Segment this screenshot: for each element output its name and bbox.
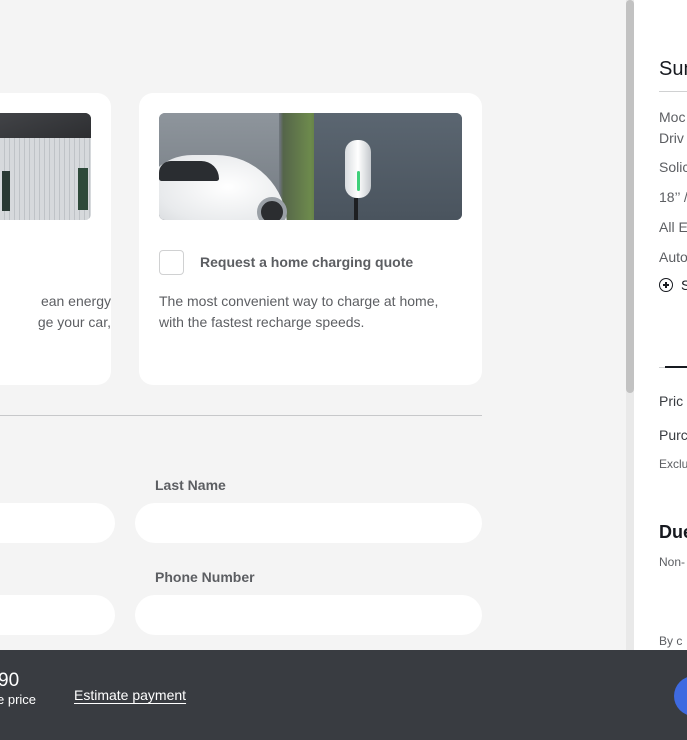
summary-nonrefundable-row: Non- xyxy=(659,555,686,569)
summary-title: Sum xyxy=(659,58,687,80)
estimate-payment-link[interactable]: Estimate payment xyxy=(74,687,186,703)
total-price: 90 xyxy=(0,670,20,691)
summary-tab-indicator[interactable] xyxy=(665,366,687,368)
home-charging-quote-label[interactable]: Request a home charging quote xyxy=(200,254,413,270)
first-name-input[interactable] xyxy=(0,503,115,543)
place-order-button[interactable] xyxy=(674,676,687,716)
wall-charger-image xyxy=(159,113,462,220)
summary-exclusions-row: Exclu xyxy=(659,457,687,471)
summary-divider xyxy=(659,91,687,92)
last-name-label: Last Name xyxy=(155,477,226,493)
summary-item-wheels: 18’’ / xyxy=(659,189,687,205)
summary-due-heading: Due xyxy=(659,522,687,542)
summary-item-paint: Solic xyxy=(659,159,687,175)
email-input[interactable] xyxy=(0,595,115,635)
section-divider xyxy=(0,415,482,416)
summary-item-autopilot: Auto xyxy=(659,249,687,265)
scrollbar-thumb[interactable] xyxy=(626,0,634,393)
summary-item-interior: All E xyxy=(659,219,687,235)
house-image xyxy=(0,113,91,220)
summary-show-more[interactable]: S xyxy=(659,277,687,293)
home-charging-description: The most convenient way to charge at hom… xyxy=(159,293,439,330)
total-price-caption: e price xyxy=(0,692,37,707)
solar-desc-line-2: ge your car, xyxy=(37,314,111,330)
solar-card-description: ean energy ge your car, xyxy=(0,291,111,333)
phone-number-input[interactable] xyxy=(135,595,482,635)
summary-item-drive: Driv xyxy=(659,130,684,146)
summary-show-more-label: S xyxy=(681,277,687,293)
plus-circle-icon xyxy=(659,278,673,292)
solar-card: ean energy ge your car, xyxy=(0,93,111,385)
solar-desc-line-1: ean energy xyxy=(40,293,111,309)
summary-terms-row: By c xyxy=(659,634,683,648)
summary-purchase-row: Purc xyxy=(659,427,687,443)
home-charging-quote-checkbox[interactable] xyxy=(159,250,184,275)
home-charging-card: Request a home charging quote The most c… xyxy=(139,93,482,385)
order-summary-panel: Sum Moc Driv Solic 18’’ / All E Auto S P… xyxy=(634,0,687,650)
last-name-input[interactable] xyxy=(135,503,482,543)
summary-item-model: Moc xyxy=(659,109,686,125)
phone-number-label: Phone Number xyxy=(155,569,255,585)
main-content: ean energy ge your car, Request a home c… xyxy=(0,0,626,650)
bottom-price-bar: 90 e price Estimate payment xyxy=(0,650,687,740)
summary-price-row: Pric xyxy=(659,393,684,409)
